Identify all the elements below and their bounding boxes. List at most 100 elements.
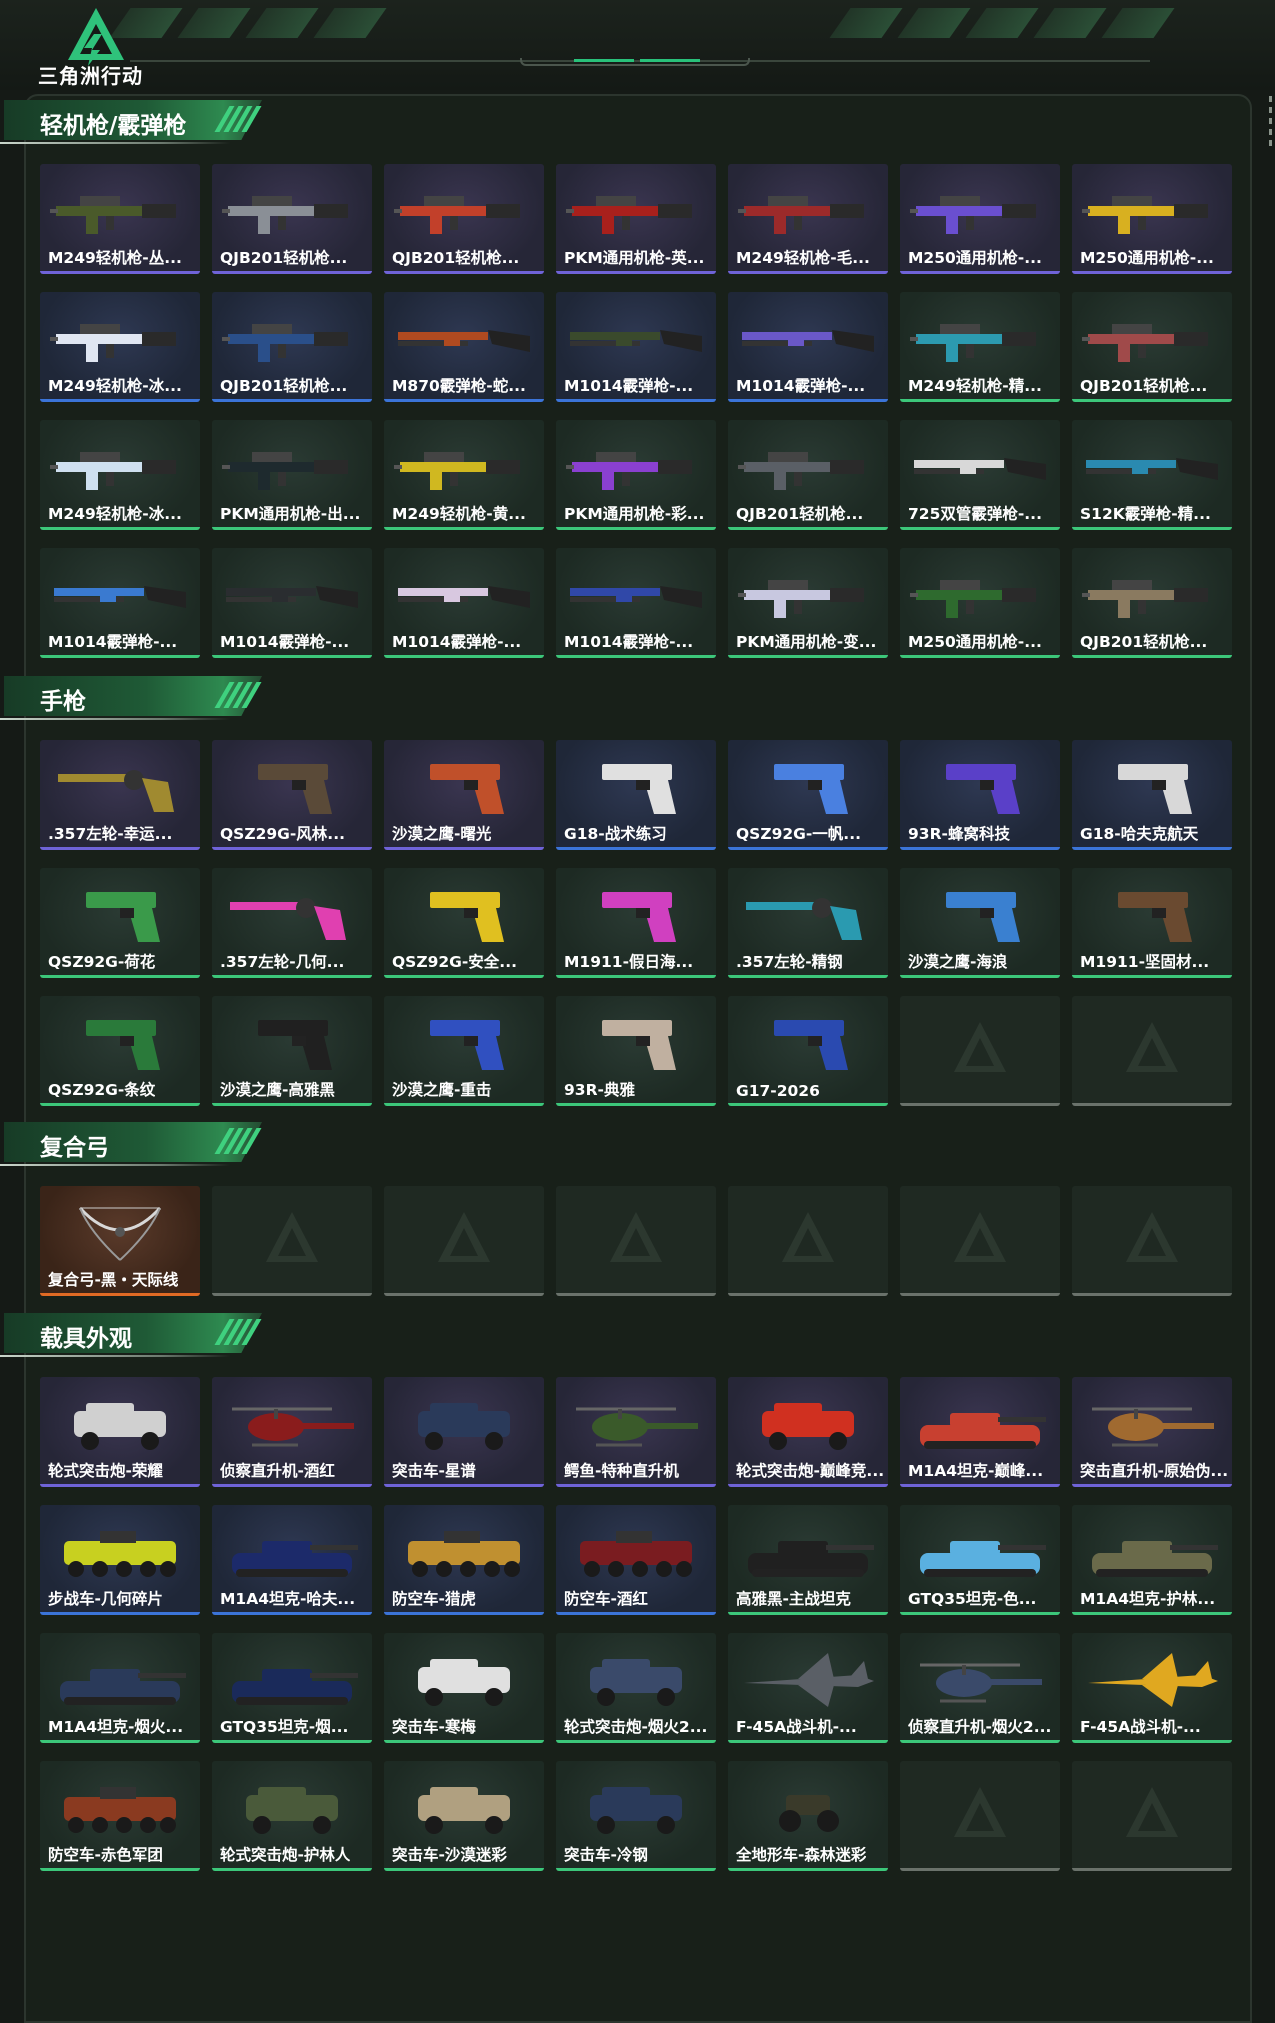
skin-card[interactable]: QSZ92G-一帆... bbox=[728, 740, 888, 850]
rarity-bar bbox=[384, 1484, 544, 1487]
rarity-bar bbox=[212, 1612, 372, 1615]
rarity-bar bbox=[900, 527, 1060, 530]
tank-icon bbox=[222, 1649, 362, 1711]
skin-card[interactable]: 复合弓-黑・天际线 bbox=[40, 1186, 200, 1296]
skin-card[interactable]: F-45A战斗机-... bbox=[728, 1633, 888, 1743]
skin-name: 突击车-星谱 bbox=[392, 1462, 476, 1480]
skin-card[interactable]: QJB201轻机枪... bbox=[212, 164, 372, 274]
skin-card[interactable]: 突击车-寒梅 bbox=[384, 1633, 544, 1743]
skin-card[interactable]: PKM通用机枪-变... bbox=[728, 548, 888, 658]
skin-card[interactable]: 突击直升机-原始伪... bbox=[1072, 1377, 1232, 1487]
skin-name: QJB201轻机枪... bbox=[392, 249, 520, 267]
skin-card[interactable]: G18-哈夫克航天 bbox=[1072, 740, 1232, 850]
skin-card[interactable]: 突击车-沙漠迷彩 bbox=[384, 1761, 544, 1871]
skin-card[interactable]: .357左轮-几何... bbox=[212, 868, 372, 978]
skin-card[interactable]: M249轻机枪-黄... bbox=[384, 420, 544, 530]
skin-card[interactable]: 全地形车-森林迷彩 bbox=[728, 1761, 888, 1871]
skin-card[interactable]: M1014霰弹枪-... bbox=[556, 292, 716, 402]
rarity-bar bbox=[556, 975, 716, 978]
skin-card[interactable]: PKM通用机枪-彩... bbox=[556, 420, 716, 530]
skin-card[interactable]: M249轻机枪-冰... bbox=[40, 292, 200, 402]
skin-card[interactable]: 725双管霰弹枪-... bbox=[900, 420, 1060, 530]
skin-card[interactable]: M250通用机枪-... bbox=[900, 164, 1060, 274]
skin-card[interactable]: 突击车-星谱 bbox=[384, 1377, 544, 1487]
scrollbar[interactable] bbox=[1267, 96, 1273, 156]
shotgun-icon bbox=[566, 564, 706, 626]
skin-card[interactable]: M1014霰弹枪-... bbox=[384, 548, 544, 658]
pistol-icon bbox=[394, 1012, 534, 1074]
skin-card[interactable]: QJB201轻机枪... bbox=[384, 164, 544, 274]
skin-card[interactable]: M249轻机枪-冰... bbox=[40, 420, 200, 530]
rarity-bar bbox=[40, 399, 200, 402]
rifle-icon bbox=[566, 436, 706, 498]
skin-card[interactable]: 防空车-酒红 bbox=[556, 1505, 716, 1615]
skin-card[interactable]: GTQ35坦克-烟... bbox=[212, 1633, 372, 1743]
skin-card[interactable]: QJB201轻机枪... bbox=[728, 420, 888, 530]
skin-card[interactable]: M249轻机枪-毛... bbox=[728, 164, 888, 274]
skin-card[interactable]: QSZ92G-荷花 bbox=[40, 868, 200, 978]
armored-car-icon bbox=[222, 1777, 362, 1839]
skin-card[interactable]: 轮式突击炮-护林人 bbox=[212, 1761, 372, 1871]
skin-card[interactable]: 侦察直升机-烟火2... bbox=[900, 1633, 1060, 1743]
skin-card[interactable]: 93R-蜂窝科技 bbox=[900, 740, 1060, 850]
empty-slot bbox=[384, 1186, 544, 1296]
skin-card[interactable]: S12K霰弹枪-精... bbox=[1072, 420, 1232, 530]
empty-slot bbox=[900, 996, 1060, 1106]
skin-card[interactable]: M1014霰弹枪-... bbox=[40, 548, 200, 658]
skin-card[interactable]: 轮式突击炮-荣耀 bbox=[40, 1377, 200, 1487]
skin-card[interactable]: M250通用机枪-... bbox=[1072, 164, 1232, 274]
skin-card[interactable]: M249轻机枪-精... bbox=[900, 292, 1060, 402]
skin-card[interactable]: 沙漠之鹰-重击 bbox=[384, 996, 544, 1106]
skin-card[interactable]: G17-2026 bbox=[728, 996, 888, 1106]
helicopter-icon bbox=[1082, 1393, 1222, 1455]
skin-card[interactable]: M1A4坦克-哈夫... bbox=[212, 1505, 372, 1615]
skin-card[interactable]: M1911-假日海... bbox=[556, 868, 716, 978]
skin-card[interactable]: M250通用机枪-... bbox=[900, 548, 1060, 658]
skin-card[interactable]: 防空车-猎虎 bbox=[384, 1505, 544, 1615]
skin-card[interactable]: 防空车-赤色军团 bbox=[40, 1761, 200, 1871]
skin-card[interactable]: M870霰弹枪-蛇... bbox=[384, 292, 544, 402]
skin-card[interactable]: M1A4坦克-巅峰... bbox=[900, 1377, 1060, 1487]
skin-name: M249轻机枪-精... bbox=[908, 377, 1042, 395]
skin-card[interactable]: PKM通用机枪-出... bbox=[212, 420, 372, 530]
skin-card[interactable]: M1A4坦克-护林... bbox=[1072, 1505, 1232, 1615]
skin-card[interactable]: M249轻机枪-丛... bbox=[40, 164, 200, 274]
rarity-bar bbox=[1072, 1484, 1232, 1487]
skin-card[interactable]: QSZ92G-条纹 bbox=[40, 996, 200, 1106]
skin-card[interactable]: QSZ29G-风林... bbox=[212, 740, 372, 850]
skin-card[interactable]: G18-战术练习 bbox=[556, 740, 716, 850]
skin-card[interactable]: 侦察直升机-酒红 bbox=[212, 1377, 372, 1487]
skin-name: 防空车-赤色军团 bbox=[48, 1846, 163, 1864]
skin-card[interactable]: QJB201轻机枪... bbox=[1072, 292, 1232, 402]
rarity-bar bbox=[384, 1612, 544, 1615]
skin-card[interactable]: QJB201轻机枪... bbox=[1072, 548, 1232, 658]
skin-card[interactable]: M1014霰弹枪-... bbox=[728, 292, 888, 402]
pistol-icon bbox=[566, 756, 706, 818]
skin-card[interactable]: .357左轮-精钢 bbox=[728, 868, 888, 978]
skin-name: M1A4坦克-哈夫... bbox=[220, 1590, 356, 1608]
skin-card[interactable]: GTQ35坦克-色... bbox=[900, 1505, 1060, 1615]
skin-card[interactable]: QSZ92G-安全... bbox=[384, 868, 544, 978]
skin-card[interactable]: 沙漠之鹰-曙光 bbox=[384, 740, 544, 850]
skin-card[interactable]: QJB201轻机枪... bbox=[212, 292, 372, 402]
skin-card[interactable]: PKM通用机枪-英... bbox=[556, 164, 716, 274]
rifle-icon bbox=[222, 436, 362, 498]
skin-card[interactable]: M1A4坦克-烟火... bbox=[40, 1633, 200, 1743]
skin-card[interactable]: 轮式突击炮-烟火2... bbox=[556, 1633, 716, 1743]
skin-card[interactable]: 高雅黑-主战坦克 bbox=[728, 1505, 888, 1615]
skin-card[interactable]: 沙漠之鹰-海浪 bbox=[900, 868, 1060, 978]
skin-card[interactable]: 93R-典雅 bbox=[556, 996, 716, 1106]
skin-card[interactable]: 鳄鱼-特种直升机 bbox=[556, 1377, 716, 1487]
skin-card[interactable]: F-45A战斗机-... bbox=[1072, 1633, 1232, 1743]
skin-card[interactable]: M1014霰弹枪-... bbox=[556, 548, 716, 658]
empty-slot bbox=[900, 1186, 1060, 1296]
skin-name: 突击车-沙漠迷彩 bbox=[392, 1846, 507, 1864]
rarity-bar bbox=[1072, 655, 1232, 658]
skin-card[interactable]: M1014霰弹枪-... bbox=[212, 548, 372, 658]
skin-card[interactable]: 步战车-几何碎片 bbox=[40, 1505, 200, 1615]
skin-card[interactable]: 轮式突击炮-巅峰竞... bbox=[728, 1377, 888, 1487]
skin-card[interactable]: .357左轮-幸运... bbox=[40, 740, 200, 850]
skin-card[interactable]: M1911-坚固材... bbox=[1072, 868, 1232, 978]
skin-card[interactable]: 沙漠之鹰-高雅黑 bbox=[212, 996, 372, 1106]
skin-card[interactable]: 突击车-冷钢 bbox=[556, 1761, 716, 1871]
